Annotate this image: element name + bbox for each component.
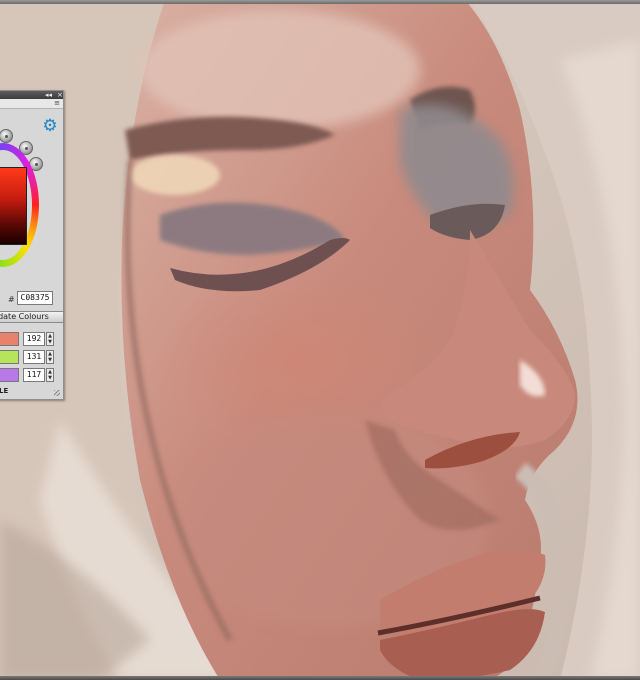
hex-prefix: # xyxy=(8,295,15,304)
red-value-input[interactable]: 192 xyxy=(23,332,45,346)
blue-value-input[interactable]: 117 xyxy=(23,368,45,382)
close-icon[interactable]: × xyxy=(57,91,63,99)
red-spinner[interactable]: ▲ ▼ xyxy=(46,332,54,346)
green-spinner[interactable]: ▲ ▼ xyxy=(46,350,54,364)
blue-spinner[interactable]: ▲ ▼ xyxy=(46,368,54,382)
forehead-highlight xyxy=(140,10,420,130)
painting-app-window: ◂◂ × ≡ ⚙ # C08375 pdate Colours 192 ▲▼ 1… xyxy=(0,0,640,680)
channel-row-blue: 117 ▲ ▼ xyxy=(0,367,65,383)
hex-input[interactable]: C08375 xyxy=(17,291,53,305)
colour-panel[interactable]: ◂◂ × ≡ ⚙ # C08375 pdate Colours 192 ▲▼ 1… xyxy=(0,90,64,400)
red-swatch[interactable] xyxy=(0,332,19,346)
saturation-square[interactable] xyxy=(0,167,27,245)
channel-row-green: 131 ▲ ▼ xyxy=(0,349,65,365)
brightness-knob-icon[interactable] xyxy=(0,129,13,143)
top-toolbar-strip xyxy=(0,0,640,4)
panel-menu-icon[interactable]: ≡ xyxy=(54,99,60,108)
resize-grip-icon[interactable] xyxy=(54,390,60,396)
green-swatch[interactable] xyxy=(0,350,19,364)
eyelid-highlight xyxy=(130,155,220,195)
blue-swatch[interactable] xyxy=(0,368,19,382)
update-colours-button[interactable]: pdate Colours xyxy=(0,311,64,323)
painting-canvas[interactable] xyxy=(0,0,640,680)
bottom-status-strip xyxy=(0,676,640,680)
channel-row-red: 192 ▲ ▼ xyxy=(0,331,65,347)
update-colours-label: pdate Colours xyxy=(0,312,49,321)
panel-titlebar[interactable]: ◂◂ × xyxy=(0,91,63,99)
mode-label: LE xyxy=(0,387,9,395)
panel-subbar: ≡ xyxy=(0,99,63,109)
gear-icon[interactable]: ⚙ xyxy=(41,117,59,135)
collapse-icon[interactable]: ◂◂ xyxy=(45,91,52,99)
green-value-input[interactable]: 131 xyxy=(23,350,45,364)
